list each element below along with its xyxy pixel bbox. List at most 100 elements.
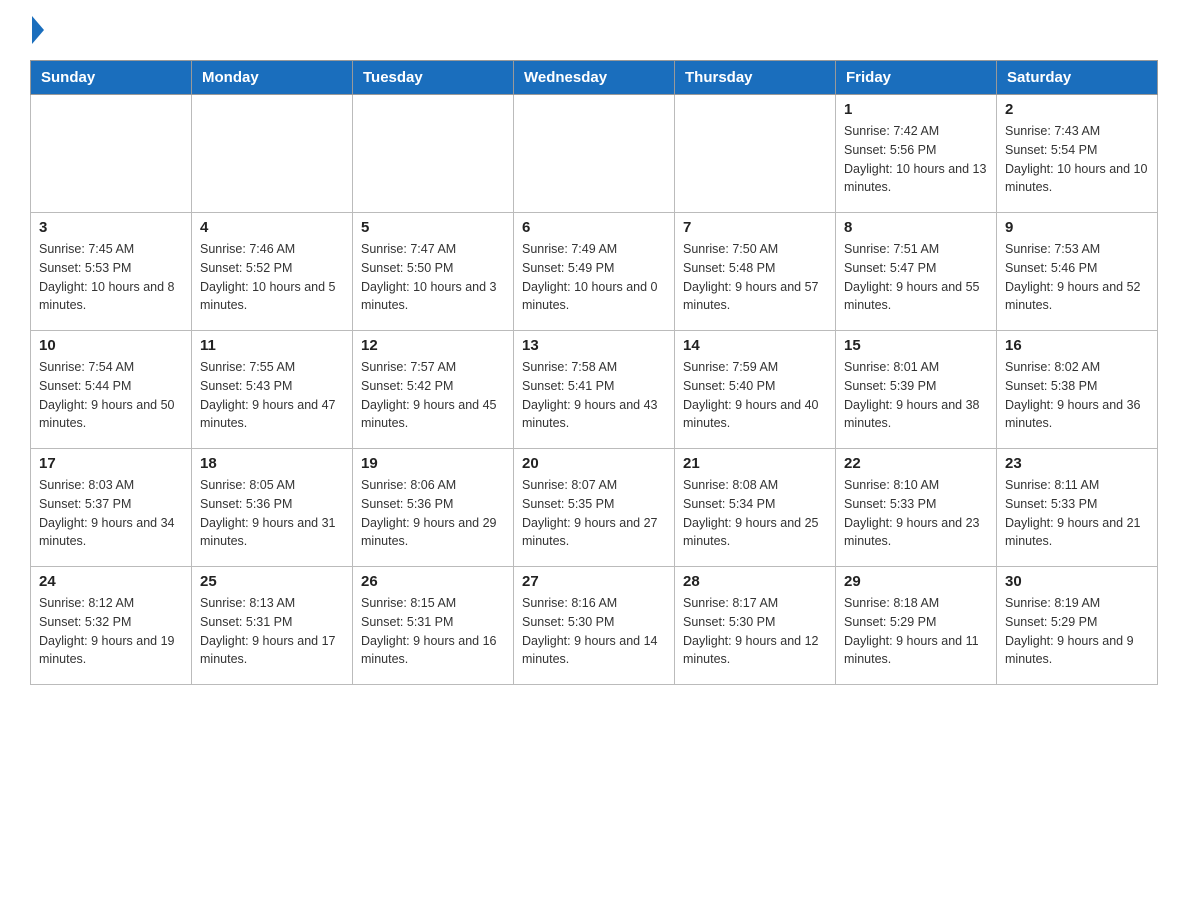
calendar-cell: 19 Sunrise: 8:06 AM Sunset: 5:36 PM Dayli…: [353, 449, 514, 567]
calendar-cell: 28Sunrise: 8:17 AM Sunset: 5:30 PM Dayli…: [675, 567, 836, 685]
day-info: Sunrise: 7:43 AM Sunset: 5:54 PM Dayligh…: [1005, 122, 1149, 197]
calendar-cell: 18 Sunrise: 8:05 AM Sunset: 5:36 PM Dayli…: [192, 449, 353, 567]
day-number: 21: [683, 455, 827, 472]
day-number: 3: [39, 219, 183, 236]
day-number: 14: [683, 337, 827, 354]
day-info: Sunrise: 8:13 AM Sunset: 5:31 PM Dayligh…: [200, 594, 344, 669]
day-info: Sunrise: 8:16 AM Sunset: 5:30 PM Dayligh…: [522, 594, 666, 669]
calendar-cell: [192, 95, 353, 213]
day-number: 29: [844, 573, 988, 590]
calendar-cell: 5 Sunrise: 7:47 AM Sunset: 5:50 PM Daylig…: [353, 213, 514, 331]
day-number: 24: [39, 573, 183, 590]
day-number: 25: [200, 573, 344, 590]
day-number: 8: [844, 219, 988, 236]
day-info: Sunrise: 8:03 AM Sunset: 5:37 PM Dayligh…: [39, 476, 183, 551]
day-info: Sunrise: 8:10 AM Sunset: 5:33 PM Dayligh…: [844, 476, 988, 551]
calendar-cell: 16 Sunrise: 8:02 AM Sunset: 5:38 PM Dayli…: [997, 331, 1158, 449]
week-row-1: 1 Sunrise: 7:42 AM Sunset: 5:56 PM Daylig…: [31, 95, 1158, 213]
calendar-header-tuesday: Tuesday: [353, 61, 514, 95]
calendar-cell: 20 Sunrise: 8:07 AM Sunset: 5:35 PM Dayli…: [514, 449, 675, 567]
calendar-cell: 27Sunrise: 8:16 AM Sunset: 5:30 PM Dayli…: [514, 567, 675, 685]
day-info: Sunrise: 8:18 AM Sunset: 5:29 PM Dayligh…: [844, 594, 988, 669]
calendar-cell: [675, 95, 836, 213]
day-number: 2: [1005, 101, 1149, 118]
week-row-2: 3 Sunrise: 7:45 AM Sunset: 5:53 PM Daylig…: [31, 213, 1158, 331]
day-info: Sunrise: 8:01 AM Sunset: 5:39 PM Dayligh…: [844, 358, 988, 433]
calendar-header-row: SundayMondayTuesdayWednesdayThursdayFrid…: [31, 61, 1158, 95]
day-info: Sunrise: 8:11 AM Sunset: 5:33 PM Dayligh…: [1005, 476, 1149, 551]
day-info: Sunrise: 7:54 AM Sunset: 5:44 PM Dayligh…: [39, 358, 183, 433]
day-number: 20: [522, 455, 666, 472]
day-info: Sunrise: 8:08 AM Sunset: 5:34 PM Dayligh…: [683, 476, 827, 551]
day-info: Sunrise: 7:50 AM Sunset: 5:48 PM Dayligh…: [683, 240, 827, 315]
calendar-cell: 29 Sunrise: 8:18 AM Sunset: 5:29 PM Dayli…: [836, 567, 997, 685]
day-number: 1: [844, 101, 988, 118]
calendar-cell: 7 Sunrise: 7:50 AM Sunset: 5:48 PM Daylig…: [675, 213, 836, 331]
day-number: 11: [200, 337, 344, 354]
calendar-cell: 4 Sunrise: 7:46 AM Sunset: 5:52 PM Daylig…: [192, 213, 353, 331]
day-number: 22: [844, 455, 988, 472]
calendar-cell: 13 Sunrise: 7:58 AM Sunset: 5:41 PM Dayli…: [514, 331, 675, 449]
calendar-header-friday: Friday: [836, 61, 997, 95]
day-info: Sunrise: 7:59 AM Sunset: 5:40 PM Dayligh…: [683, 358, 827, 433]
day-info: Sunrise: 8:05 AM Sunset: 5:36 PM Dayligh…: [200, 476, 344, 551]
calendar-cell: 8 Sunrise: 7:51 AM Sunset: 5:47 PM Daylig…: [836, 213, 997, 331]
calendar-cell: [31, 95, 192, 213]
day-number: 18: [200, 455, 344, 472]
calendar-cell: 24Sunrise: 8:12 AM Sunset: 5:32 PM Dayli…: [31, 567, 192, 685]
day-info: Sunrise: 7:42 AM Sunset: 5:56 PM Dayligh…: [844, 122, 988, 197]
day-number: 19: [361, 455, 505, 472]
day-number: 5: [361, 219, 505, 236]
week-row-3: 10 Sunrise: 7:54 AM Sunset: 5:44 PM Dayli…: [31, 331, 1158, 449]
day-info: Sunrise: 7:57 AM Sunset: 5:42 PM Dayligh…: [361, 358, 505, 433]
calendar-cell: 26 Sunrise: 8:15 AM Sunset: 5:31 PM Dayli…: [353, 567, 514, 685]
calendar-cell: 22 Sunrise: 8:10 AM Sunset: 5:33 PM Dayli…: [836, 449, 997, 567]
calendar-header-thursday: Thursday: [675, 61, 836, 95]
calendar-cell: 1 Sunrise: 7:42 AM Sunset: 5:56 PM Daylig…: [836, 95, 997, 213]
day-info: Sunrise: 7:53 AM Sunset: 5:46 PM Dayligh…: [1005, 240, 1149, 315]
logo-triangle-icon: [32, 16, 44, 44]
calendar-header-sunday: Sunday: [31, 61, 192, 95]
calendar-cell: 15 Sunrise: 8:01 AM Sunset: 5:39 PM Dayli…: [836, 331, 997, 449]
calendar-cell: 14 Sunrise: 7:59 AM Sunset: 5:40 PM Dayli…: [675, 331, 836, 449]
day-number: 10: [39, 337, 183, 354]
calendar-cell: 21 Sunrise: 8:08 AM Sunset: 5:34 PM Dayli…: [675, 449, 836, 567]
calendar-cell: 10 Sunrise: 7:54 AM Sunset: 5:44 PM Dayli…: [31, 331, 192, 449]
day-info: Sunrise: 8:19 AM Sunset: 5:29 PM Dayligh…: [1005, 594, 1149, 669]
calendar-cell: 30Sunrise: 8:19 AM Sunset: 5:29 PM Dayli…: [997, 567, 1158, 685]
day-number: 15: [844, 337, 988, 354]
day-number: 26: [361, 573, 505, 590]
day-info: Sunrise: 8:15 AM Sunset: 5:31 PM Dayligh…: [361, 594, 505, 669]
calendar-cell: [514, 95, 675, 213]
calendar-cell: [353, 95, 514, 213]
day-number: 17: [39, 455, 183, 472]
day-info: Sunrise: 7:45 AM Sunset: 5:53 PM Dayligh…: [39, 240, 183, 315]
day-number: 7: [683, 219, 827, 236]
day-number: 12: [361, 337, 505, 354]
day-info: Sunrise: 7:47 AM Sunset: 5:50 PM Dayligh…: [361, 240, 505, 315]
day-number: 4: [200, 219, 344, 236]
day-number: 6: [522, 219, 666, 236]
day-info: Sunrise: 7:51 AM Sunset: 5:47 PM Dayligh…: [844, 240, 988, 315]
day-info: Sunrise: 7:55 AM Sunset: 5:43 PM Dayligh…: [200, 358, 344, 433]
calendar-cell: 12 Sunrise: 7:57 AM Sunset: 5:42 PM Dayli…: [353, 331, 514, 449]
week-row-4: 17 Sunrise: 8:03 AM Sunset: 5:37 PM Dayli…: [31, 449, 1158, 567]
day-info: Sunrise: 8:06 AM Sunset: 5:36 PM Dayligh…: [361, 476, 505, 551]
calendar-table: SundayMondayTuesdayWednesdayThursdayFrid…: [30, 60, 1158, 685]
logo: [30, 20, 44, 44]
calendar-cell: 11 Sunrise: 7:55 AM Sunset: 5:43 PM Dayli…: [192, 331, 353, 449]
calendar-header-monday: Monday: [192, 61, 353, 95]
calendar-cell: 2 Sunrise: 7:43 AM Sunset: 5:54 PM Daylig…: [997, 95, 1158, 213]
calendar-cell: 25 Sunrise: 8:13 AM Sunset: 5:31 PM Dayli…: [192, 567, 353, 685]
day-number: 9: [1005, 219, 1149, 236]
day-info: Sunrise: 8:07 AM Sunset: 5:35 PM Dayligh…: [522, 476, 666, 551]
day-number: 16: [1005, 337, 1149, 354]
day-info: Sunrise: 7:49 AM Sunset: 5:49 PM Dayligh…: [522, 240, 666, 315]
day-number: 23: [1005, 455, 1149, 472]
calendar-header-wednesday: Wednesday: [514, 61, 675, 95]
day-info: Sunrise: 7:58 AM Sunset: 5:41 PM Dayligh…: [522, 358, 666, 433]
day-info: Sunrise: 7:46 AM Sunset: 5:52 PM Dayligh…: [200, 240, 344, 315]
calendar-header-saturday: Saturday: [997, 61, 1158, 95]
day-number: 13: [522, 337, 666, 354]
day-info: Sunrise: 8:02 AM Sunset: 5:38 PM Dayligh…: [1005, 358, 1149, 433]
